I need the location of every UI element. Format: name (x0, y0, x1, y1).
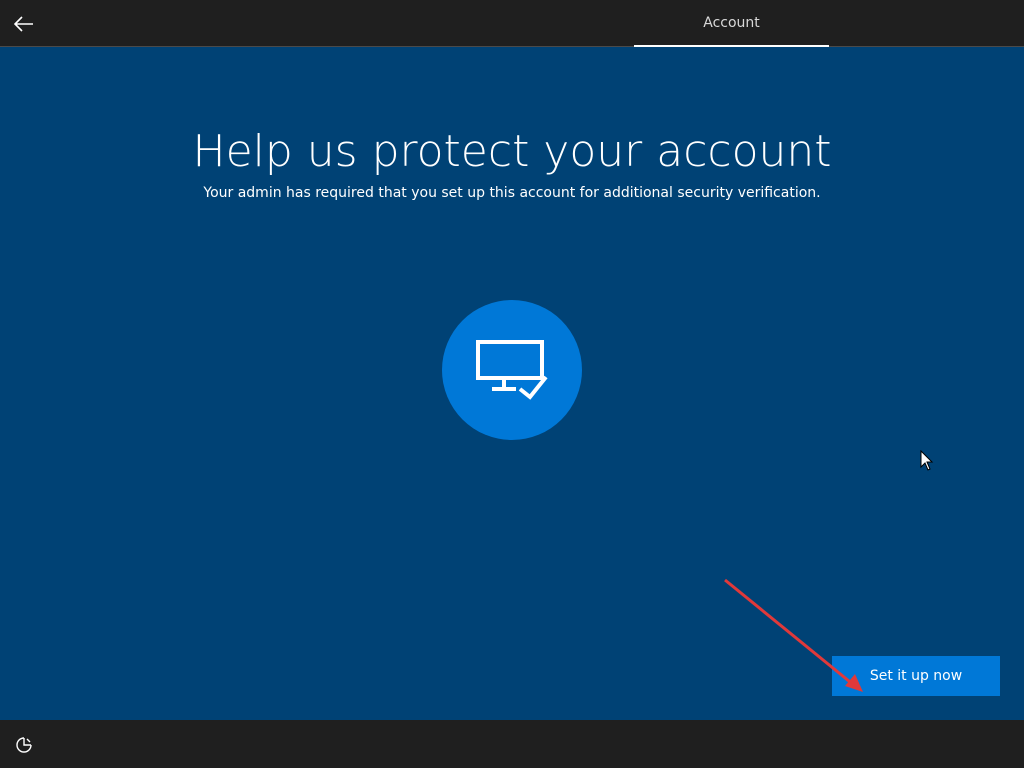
mouse-cursor-icon (920, 450, 934, 471)
hero-circle (442, 300, 582, 440)
ease-of-access-icon (16, 737, 32, 753)
back-button[interactable] (8, 8, 40, 40)
tab-account-label: Account (703, 14, 760, 31)
monitor-check-icon (476, 340, 548, 400)
page-title: Help us protect your account (192, 126, 832, 177)
top-bar: Account (0, 0, 1024, 47)
set-it-up-now-label: Set it up now (869, 668, 963, 684)
bottom-bar (0, 720, 1024, 768)
main-panel: Help us protect your account Your admin … (0, 48, 1024, 720)
set-it-up-now-button[interactable]: Set it up now (832, 656, 1000, 696)
page-subtitle: Your admin has required that you set up … (203, 185, 821, 201)
ease-of-access-button[interactable] (12, 733, 36, 757)
tab-account[interactable]: Account (634, 0, 829, 47)
back-arrow-icon (14, 16, 33, 32)
